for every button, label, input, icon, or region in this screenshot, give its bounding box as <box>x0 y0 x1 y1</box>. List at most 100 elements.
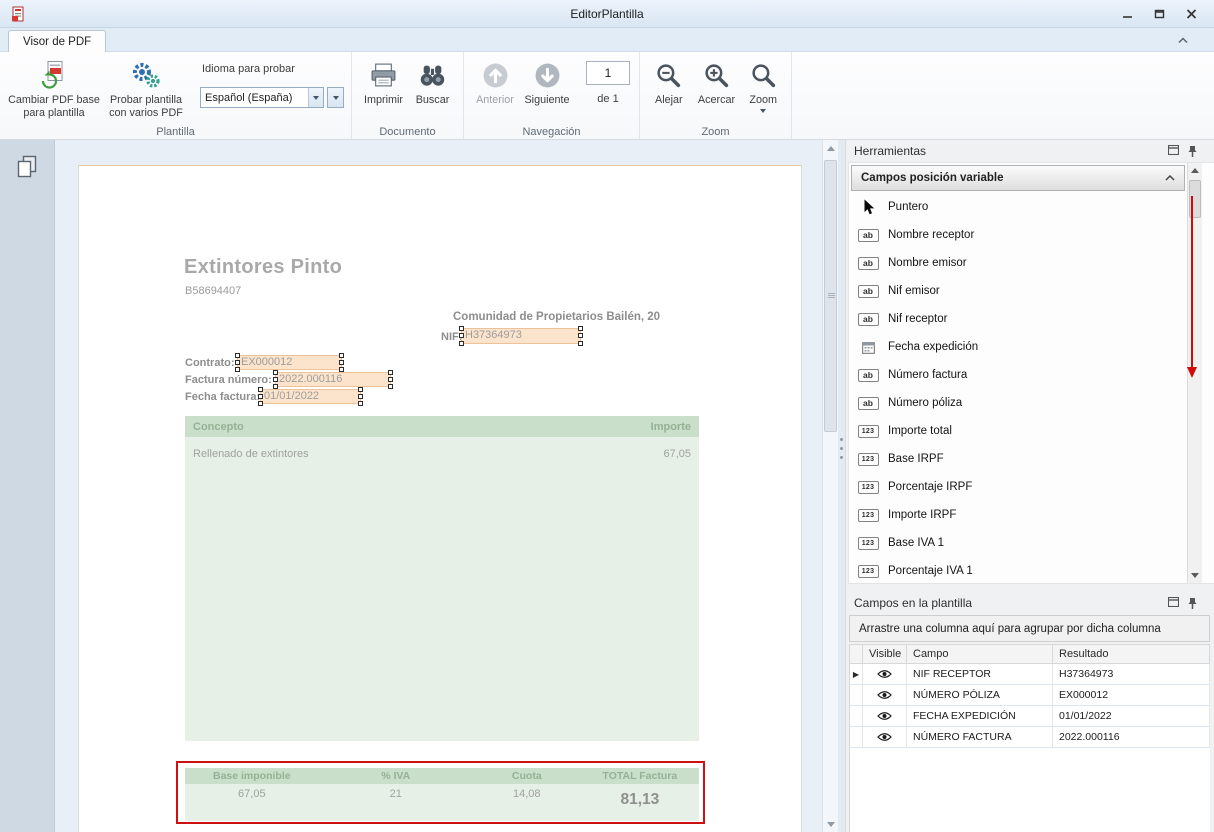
zoom-in-button[interactable]: Acercar <box>692 57 742 107</box>
pdf-vertical-scrollbar[interactable] <box>822 140 838 832</box>
change-base-pdf-button[interactable]: Cambiar PDF base para plantilla <box>6 57 102 120</box>
panel-splitter[interactable] <box>838 140 845 832</box>
row-indicator <box>850 727 863 748</box>
selection-handle[interactable] <box>273 370 278 375</box>
selection-handle[interactable] <box>578 326 583 331</box>
tool-group-campos-posicion-variable[interactable]: Campos posición variable <box>851 165 1185 191</box>
selection-handle[interactable] <box>459 333 464 338</box>
tool-item[interactable]: ab 123 Número factura <box>849 361 1187 389</box>
tools-panel-title: Herramientas <box>854 144 926 158</box>
template-field-nif-receptor[interactable]: H37364973 <box>461 328 581 344</box>
totals-header-cuota: Cuota <box>473 770 581 782</box>
tool-item[interactable]: ab 123 Porcentaje IRPF <box>849 473 1187 501</box>
next-page-button[interactable]: Siguiente <box>520 57 574 107</box>
language-combobox[interactable]: Español (España) <box>200 87 324 108</box>
previous-page-button[interactable]: Anterior <box>470 57 520 107</box>
template-field-fecha-expedicion[interactable]: 01/01/2022 <box>260 389 361 404</box>
zoom-out-button[interactable]: Alejar <box>646 57 692 107</box>
tool-item[interactable]: ab 123 Número póliza <box>849 389 1187 417</box>
selection-handle[interactable] <box>235 367 240 372</box>
tool-icon: ab 123 <box>857 341 879 354</box>
selection-handle[interactable] <box>358 387 363 392</box>
selection-handle[interactable] <box>258 387 263 392</box>
tool-item[interactable]: ab 123 Base IRPF <box>849 445 1187 473</box>
pdf-viewport[interactable]: Extintores Pinto B58694407 Comunidad de … <box>55 140 822 832</box>
visible-cell[interactable] <box>863 664 907 685</box>
template-field-numero-factura[interactable]: 2022.000116 <box>275 372 391 387</box>
visible-cell[interactable] <box>863 706 907 727</box>
scrollbar-thumb[interactable] <box>824 160 837 432</box>
scroll-down-button[interactable] <box>1188 568 1202 583</box>
totals-value-base: 67,05 <box>185 784 319 821</box>
table-row[interactable]: ▶ NIF RECEPTOR H37364973 <box>850 664 1210 685</box>
zoom-in-label: Acercar <box>698 94 735 107</box>
tool-item[interactable]: ab 123 Base IVA 1 <box>849 529 1187 557</box>
selection-handle[interactable] <box>459 326 464 331</box>
language-dropdown-button[interactable] <box>327 87 344 108</box>
selection-handle[interactable] <box>388 370 393 375</box>
column-header-campo[interactable]: Campo <box>907 644 1053 664</box>
selection-handle[interactable] <box>339 353 344 358</box>
table-row[interactable]: NÚMERO PÓLIZA EX000012 <box>850 685 1210 706</box>
selection-handle[interactable] <box>273 377 278 382</box>
dock-window-icon[interactable] <box>1168 145 1179 155</box>
tool-item[interactable]: ab 123 Importe total <box>849 417 1187 445</box>
combobox-arrow[interactable] <box>308 88 323 107</box>
pin-icon[interactable] <box>1187 597 1198 610</box>
ribbon-group-navegacion: Anterior Siguiente de 1 Navegación <box>464 52 640 139</box>
search-button[interactable]: Buscar <box>409 57 457 107</box>
print-button[interactable]: Imprimir <box>359 57 409 107</box>
visible-cell[interactable] <box>863 685 907 706</box>
selection-handle[interactable] <box>358 394 363 399</box>
calendar-icon <box>862 341 875 354</box>
test-template-button[interactable]: Probar plantilla con varios PDF <box>102 57 190 120</box>
table-row[interactable]: FECHA EXPEDICIÓN 01/01/2022 <box>850 706 1210 727</box>
selection-handle[interactable] <box>578 341 583 346</box>
template-field-numero-poliza[interactable]: EX000012 <box>237 355 342 370</box>
scroll-down-button[interactable] <box>823 816 838 832</box>
column-header-resultado[interactable]: Resultado <box>1053 644 1210 664</box>
tool-item[interactable]: ab 123 Fecha expedición <box>849 333 1187 361</box>
tool-icon: ab 123 <box>857 537 879 550</box>
tool-item[interactable]: ab 123 Nombre receptor <box>849 221 1187 249</box>
pin-icon[interactable] <box>1187 145 1198 158</box>
selection-handle[interactable] <box>258 401 263 406</box>
ribbon-collapse-button[interactable] <box>1174 33 1192 47</box>
selection-handle[interactable] <box>358 401 363 406</box>
scroll-up-button[interactable] <box>823 140 838 156</box>
zoom-button[interactable]: Zoom <box>741 57 785 113</box>
selection-handle[interactable] <box>459 341 464 346</box>
invoice-company-nif: B58694407 <box>185 285 241 297</box>
selection-handle[interactable] <box>388 377 393 382</box>
selection-handle[interactable] <box>258 394 263 399</box>
panels-horizontal-splitter[interactable] <box>846 584 1214 592</box>
tool-item-label: Base IRPF <box>888 453 944 465</box>
column-header-visible[interactable]: Visible <box>863 644 907 664</box>
tool-item[interactable]: ab 123 Porcentaje IVA 1 <box>849 557 1187 584</box>
tool-item[interactable]: ab 123 Nif receptor <box>849 305 1187 333</box>
pointer-icon <box>862 199 875 215</box>
thumbnails-strip[interactable] <box>0 140 55 832</box>
invoice-totals-table: Base imponible % IVA Cuota TOTAL Factura… <box>185 768 699 821</box>
scroll-up-button[interactable] <box>1188 163 1202 178</box>
tab-visor-de-pdf[interactable]: Visor de PDF <box>8 30 106 52</box>
dock-window-icon[interactable] <box>1168 597 1179 607</box>
selection-handle[interactable] <box>339 360 344 365</box>
page-number-input[interactable] <box>586 61 630 85</box>
main-area: Extintores Pinto B58694407 Comunidad de … <box>0 140 1214 832</box>
tool-item[interactable]: ab 123 Nombre emisor <box>849 249 1187 277</box>
selection-handle[interactable] <box>388 384 393 389</box>
visible-cell[interactable] <box>863 727 907 748</box>
tool-item[interactable]: ab 123 Puntero <box>849 193 1187 221</box>
number-field-icon: 123 <box>858 453 879 466</box>
tool-item[interactable]: ab 123 Importe IRPF <box>849 501 1187 529</box>
tool-item[interactable]: ab 123 Nif emisor <box>849 277 1187 305</box>
selection-handle[interactable] <box>235 353 240 358</box>
restore-button[interactable] <box>1148 6 1170 22</box>
group-by-drop-area[interactable]: Arrastre una columna aquí para agrupar p… <box>849 615 1210 642</box>
close-button[interactable] <box>1180 6 1202 22</box>
selection-handle[interactable] <box>235 360 240 365</box>
minimize-button[interactable] <box>1116 6 1138 22</box>
table-row[interactable]: NÚMERO FACTURA 2022.000116 <box>850 727 1210 748</box>
selection-handle[interactable] <box>578 333 583 338</box>
